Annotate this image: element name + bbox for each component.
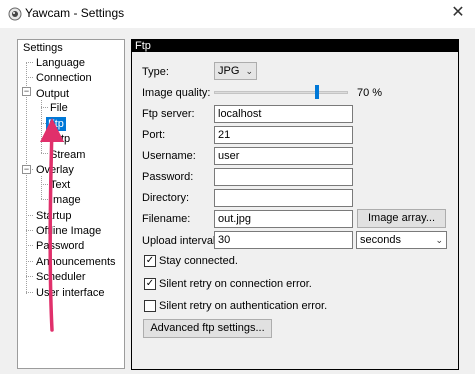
password-label: Password: [142, 171, 194, 183]
filename-input[interactable]: out.jpg [214, 210, 353, 228]
title-bar: Yawcam - Settings ✕ [0, 0, 475, 28]
silent-retry-auth-checkbox[interactable] [144, 300, 156, 312]
silent-retry-auth-label: Silent retry on authentication error. [159, 300, 328, 312]
tree-item-user-interface[interactable]: User interface [36, 286, 104, 300]
image-array-button[interactable]: Image array... [357, 209, 446, 228]
advanced-ftp-settings-button[interactable]: Advanced ftp settings... [143, 319, 272, 338]
upload-interval-unit-value: seconds [360, 234, 401, 246]
tree-item-image[interactable]: Image [50, 193, 81, 207]
tree-line [26, 77, 33, 78]
tree-line [41, 153, 48, 154]
image-quality-slider-thumb[interactable] [315, 85, 320, 99]
stay-connected-checkbox[interactable]: ✓ [144, 255, 156, 267]
tree-item-output[interactable]: Output [36, 87, 69, 101]
window-title: Yawcam - Settings [25, 6, 125, 20]
type-select[interactable]: JPG ⌄ [214, 62, 257, 80]
tree-item-offline-image[interactable]: Offline Image [36, 224, 101, 238]
tree-item-settings[interactable]: Settings [23, 41, 63, 55]
tree-line [41, 199, 48, 200]
silent-retry-connection-label: Silent retry on connection error. [159, 278, 312, 290]
tree-item-connection[interactable]: Connection [36, 71, 92, 85]
tree-line [26, 62, 33, 63]
chevron-down-icon: ⌄ [435, 235, 443, 245]
output-collapse-icon[interactable]: − [22, 87, 31, 96]
tree-line [26, 292, 33, 293]
tree-line [26, 276, 33, 277]
settings-tree[interactable]: − − Settings Language Connection Output … [17, 39, 125, 369]
panel-header: Ftp [132, 40, 458, 52]
app-icon [8, 7, 22, 21]
directory-label: Directory: [142, 192, 190, 204]
port-label: Port: [142, 129, 166, 141]
ftp-server-input[interactable]: localhost [214, 105, 353, 123]
silent-retry-connection-checkbox[interactable]: ✓ [144, 278, 156, 290]
tree-item-http[interactable]: Http [50, 132, 70, 146]
tree-line [26, 230, 33, 231]
tree-line [41, 184, 48, 185]
tree-line [41, 107, 48, 108]
ftp-settings-panel: Ftp Type: JPG ⌄ Image quality: 70 % Ftp … [131, 39, 459, 370]
overlay-collapse-icon[interactable]: − [22, 165, 31, 174]
username-input[interactable]: user [214, 147, 353, 165]
tree-line [26, 215, 33, 216]
tree-line [26, 62, 27, 294]
checkmark-icon: ✓ [145, 278, 155, 289]
upload-interval-unit-select[interactable]: seconds ⌄ [356, 231, 447, 249]
upload-interval-input[interactable]: 30 [214, 231, 353, 249]
close-button[interactable]: ✕ [448, 4, 468, 22]
password-input[interactable] [214, 168, 353, 186]
filename-label: Filename: [142, 213, 191, 225]
tree-item-announcements[interactable]: Announcements [36, 255, 116, 269]
type-value: JPG [218, 65, 240, 77]
checkmark-icon: ✓ [145, 255, 155, 266]
chevron-down-icon: ⌄ [245, 66, 253, 76]
tree-item-text[interactable]: Text [50, 178, 70, 192]
tree-item-scheduler[interactable]: Scheduler [36, 270, 86, 284]
tree-item-file[interactable]: File [50, 101, 68, 115]
tree-item-overlay[interactable]: Overlay [36, 163, 74, 177]
port-input[interactable]: 21 [214, 126, 353, 144]
image-quality-slider-track[interactable] [214, 91, 348, 94]
image-quality-value: 70 % [357, 87, 383, 99]
tree-item-ftp[interactable]: Ftp [46, 117, 66, 131]
ftp-server-label: Ftp server: [142, 108, 195, 120]
image-quality-label: Image quality: [142, 87, 211, 99]
tree-line [26, 261, 33, 262]
tree-item-startup[interactable]: Startup [36, 209, 71, 223]
directory-input[interactable] [214, 189, 353, 207]
stay-connected-label: Stay connected. [159, 255, 238, 267]
tree-line [41, 176, 42, 199]
tree-item-password[interactable]: Password [36, 239, 84, 253]
type-label: Type: [142, 66, 169, 78]
tree-item-stream[interactable]: Stream [50, 148, 85, 162]
tree-line [26, 245, 33, 246]
username-label: Username: [142, 150, 196, 162]
tree-line [41, 138, 48, 139]
upload-interval-label: Upload interval: [142, 235, 219, 247]
tree-item-language[interactable]: Language [36, 56, 85, 70]
